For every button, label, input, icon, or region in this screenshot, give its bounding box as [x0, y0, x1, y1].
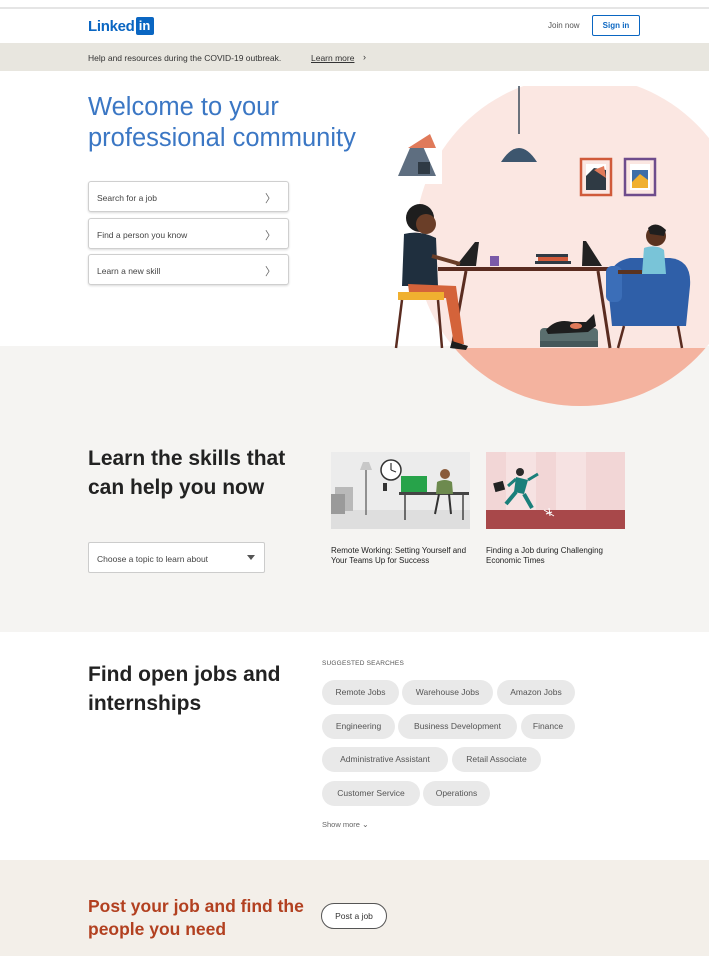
pill-remote-jobs[interactable]: Remote Jobs [322, 680, 399, 705]
site-header: Linked in Join now Sign in [0, 10, 709, 43]
show-more-label: Show more [322, 820, 360, 829]
post-job-title: Post your job and find the people you ne… [88, 896, 304, 939]
jobs-section-title: Find open jobs and internships [88, 663, 281, 715]
join-now-link[interactable]: Join now [548, 21, 580, 30]
pill-amazon-jobs[interactable]: Amazon Jobs [497, 680, 575, 705]
post-job-section: Post your job and find the people you ne… [0, 860, 709, 956]
pill-operations[interactable]: Operations [423, 781, 490, 806]
covid-banner: Help and resources during the COVID-19 o… [0, 43, 709, 71]
option-label: Search for a job [97, 193, 158, 203]
pill-engineering[interactable]: Engineering [322, 714, 395, 739]
topic-dropdown-label: Choose a topic to learn about [97, 554, 209, 564]
chevron-right-icon: › [363, 52, 366, 62]
suggested-searches-label: SUGGESTED SEARCHES [322, 660, 404, 667]
hero-illustration [380, 76, 709, 416]
pill-customer-service[interactable]: Customer Service [322, 781, 420, 806]
top-border [0, 0, 709, 9]
topic-dropdown[interactable]: Choose a topic to learn about [88, 542, 265, 573]
post-job-button[interactable]: Post a job [321, 903, 387, 929]
logo-wordmark: Linked [88, 17, 135, 35]
remote-working-thumbnail [331, 452, 470, 529]
finding-job-thumbnail [486, 452, 625, 529]
course-card[interactable]: Finding a Job during Challenging Economi… [486, 452, 625, 566]
learn-more-link[interactable]: Learn more [311, 53, 354, 63]
sign-in-button[interactable]: Sign in [592, 15, 640, 36]
option-label: Find a person you know [97, 230, 188, 240]
course-caption: Remote Working: Setting Yourself and You… [331, 546, 467, 565]
find-person-option[interactable]: Find a person you know 〉 [88, 218, 289, 249]
chevron-right-icon: 〉 [265, 193, 276, 205]
course-caption: Finding a Job during Challenging Economi… [486, 546, 603, 565]
course-card[interactable]: Remote Working: Setting Yourself and You… [331, 452, 470, 566]
pill-administrative-assistant[interactable]: Administrative Assistant [322, 747, 448, 772]
chevron-right-icon: 〉 [265, 230, 276, 242]
option-label: Learn a new skill [97, 266, 161, 276]
pill-retail-associate[interactable]: Retail Associate [452, 747, 541, 772]
pill-finance[interactable]: Finance [521, 714, 575, 739]
pill-business-development[interactable]: Business Development [398, 714, 517, 739]
linkedin-logo[interactable]: Linked in [88, 16, 154, 36]
show-more-link[interactable]: Show more ⌄ [322, 820, 369, 829]
banner-text: Help and resources during the COVID-19 o… [88, 53, 282, 63]
logo-in-badge: in [135, 17, 154, 35]
hero-title: Welcome to your professional community [88, 93, 356, 152]
learn-section-title: Learn the skills that can help you now [88, 447, 286, 499]
caret-down-icon [247, 555, 255, 560]
pill-warehouse-jobs[interactable]: Warehouse Jobs [402, 680, 493, 705]
learn-skill-option[interactable]: Learn a new skill 〉 [88, 254, 289, 285]
search-job-option[interactable]: Search for a job 〉 [88, 181, 289, 212]
chevron-right-icon: 〉 [265, 266, 276, 278]
chevron-down-icon: ⌄ [362, 820, 369, 829]
